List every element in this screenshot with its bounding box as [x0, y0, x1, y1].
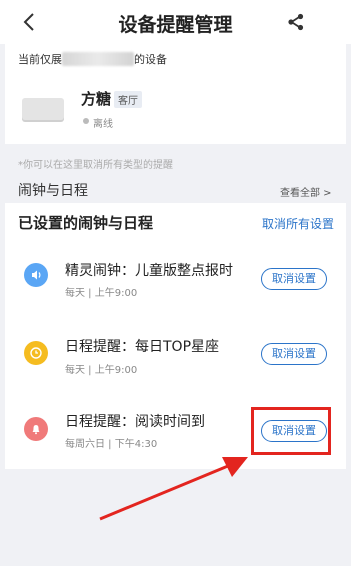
annotation-arrow-icon	[99, 457, 248, 521]
